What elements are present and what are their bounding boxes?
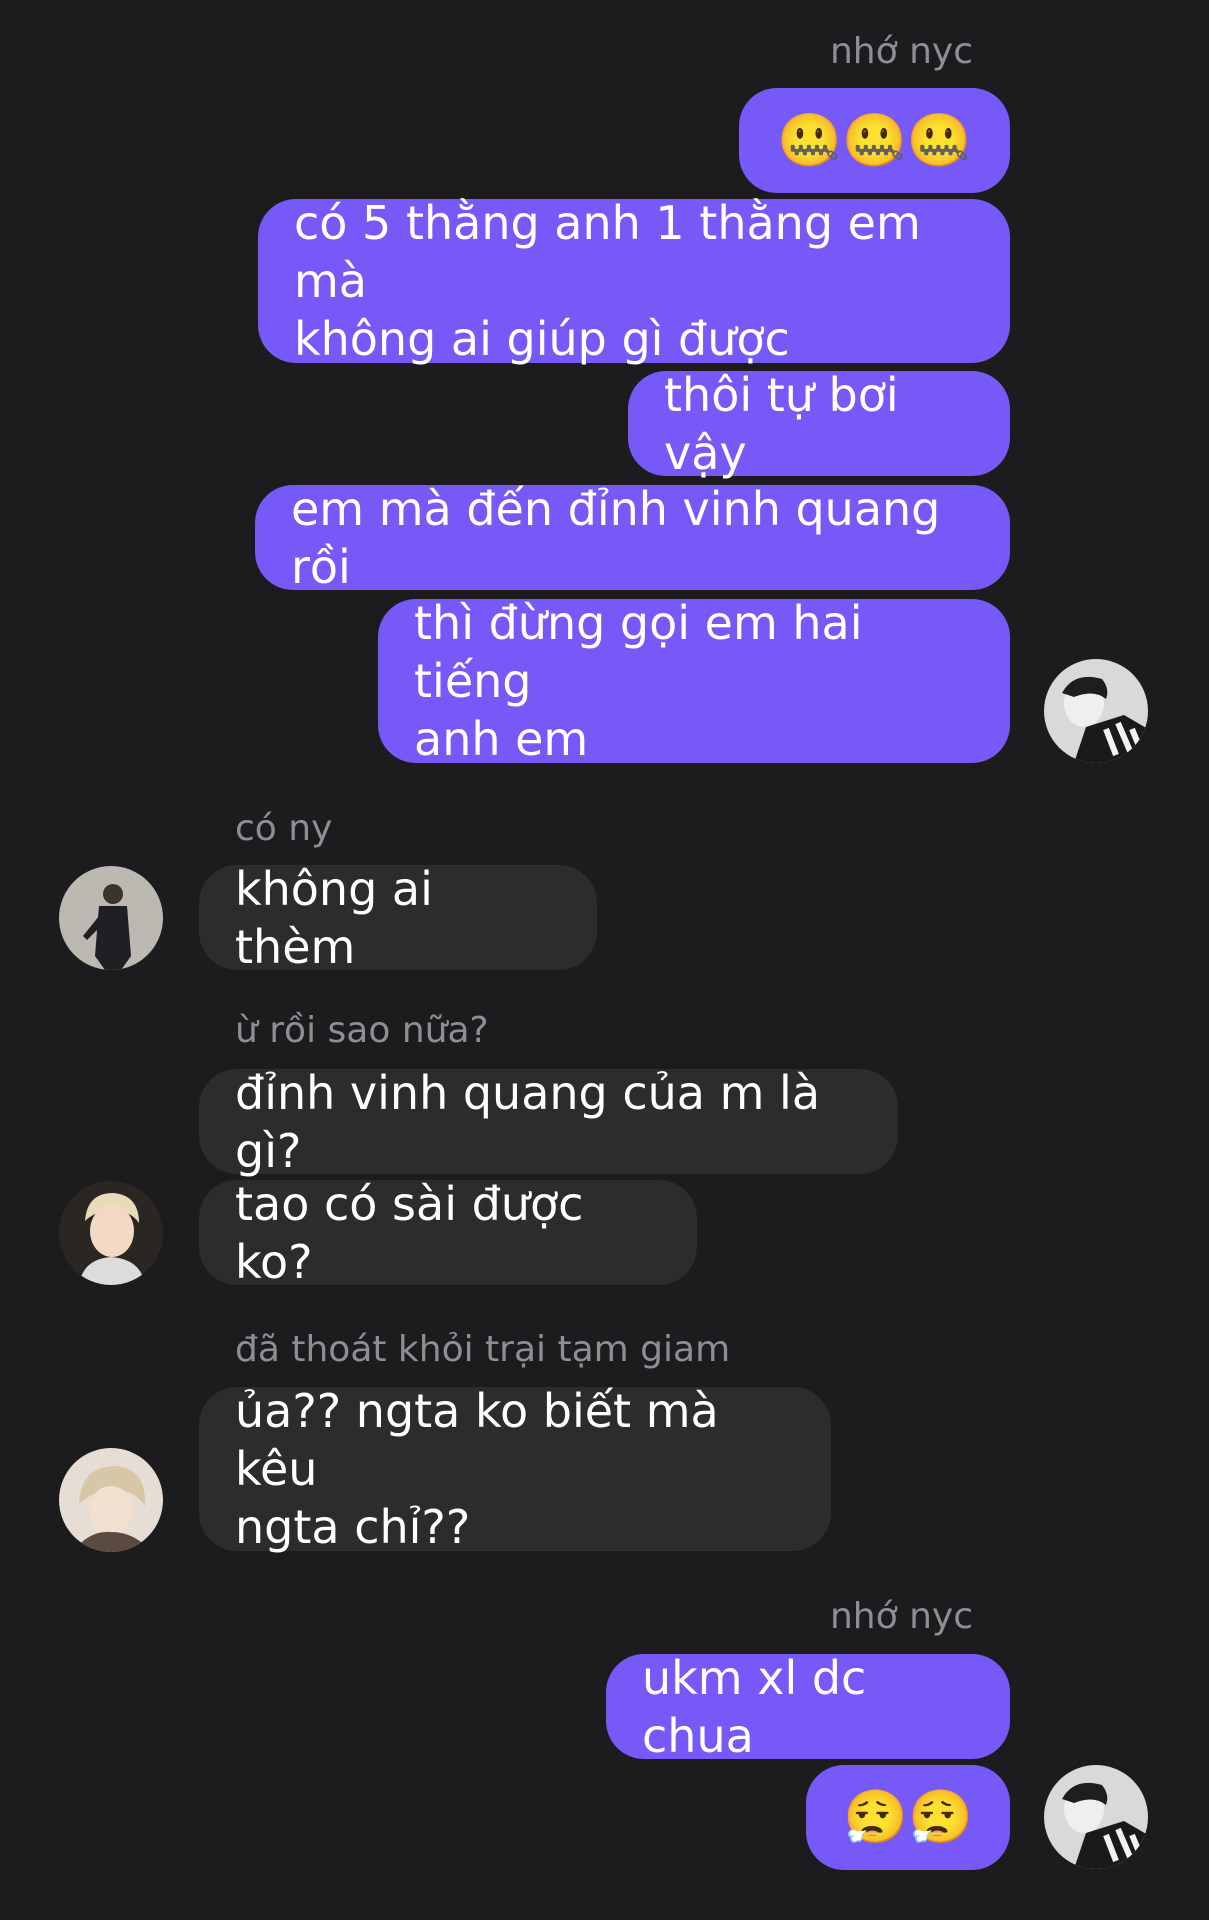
avatar-photo-icon [1044,1765,1148,1869]
message-text: ukm xl dc chua [642,1650,867,1763]
message-bubble[interactable]: tao có sài được ko? [199,1177,697,1289]
message-text: tao có sài được ko? [235,1176,584,1289]
face-exhaling-emoji-icon: 😮‍💨😮‍💨 [843,1787,973,1848]
avatar[interactable] [59,866,163,970]
avatar-photo-icon [59,1181,163,1285]
avatar-photo-icon [59,1448,163,1552]
message-bubble[interactable]: đỉnh vinh quang của m là gì? [199,1066,898,1178]
message-text: đỉnh vinh quang của m là gì? [235,1065,821,1178]
sender-name: ừ rồi sao nữa? [235,1010,489,1051]
sender-name: đã thoát khỏi trại tạm giam [235,1329,731,1370]
message-bubble[interactable]: 😮‍💨😮‍💨 [806,1765,1010,1870]
avatar-photo-icon [1044,659,1148,763]
message-text: thì đừng gọi em hai tiếng anh em [414,596,863,766]
message-bubble[interactable]: em mà đến đỉnh vinh quang rồi [255,482,1010,594]
message-text: em mà đến đỉnh vinh quang rồi [291,481,941,594]
avatar[interactable] [1044,659,1148,763]
message-bubble[interactable]: không ai thèm [199,862,597,974]
sender-name: có ny [235,808,333,849]
message-bubble[interactable]: ủa?? ngta ko biết mà kêu ngta chỉ?? [199,1384,831,1554]
message-bubble[interactable]: thì đừng gọi em hai tiếng anh em [378,596,1010,766]
message-text: thôi tự bơi vậy [664,367,899,480]
sender-name: nhớ nyc [829,1596,973,1637]
message-text: không ai thèm [235,861,433,974]
avatar[interactable] [59,1181,163,1285]
message-bubble[interactable]: có 5 thằng anh 1 thằng em mà không ai gi… [258,196,1010,366]
message-bubble[interactable]: thôi tự bơi vậy [628,368,1010,480]
message-text: ủa?? ngta ko biết mà kêu ngta chỉ?? [235,1384,719,1554]
avatar[interactable] [1044,1765,1148,1869]
sender-name: nhớ nyc [829,31,973,72]
zipper-mouth-emoji-icon: 🤐🤐🤐 [777,110,972,171]
message-bubble[interactable]: 🤐🤐🤐 [739,88,1010,193]
avatar[interactable] [59,1448,163,1552]
avatar-photo-icon [59,866,163,970]
message-text: có 5 thằng anh 1 thằng em mà không ai gi… [294,196,921,366]
message-bubble[interactable]: ukm xl dc chua [606,1651,1010,1763]
